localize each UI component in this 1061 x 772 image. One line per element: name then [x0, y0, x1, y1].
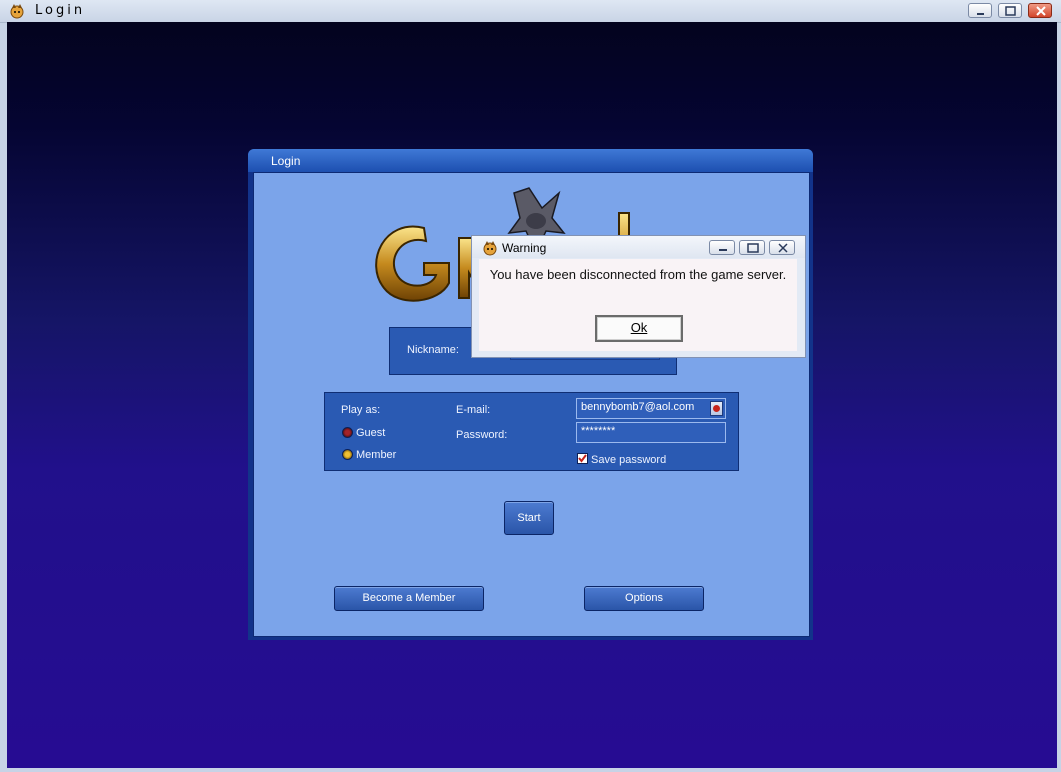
ok-button[interactable]: Ok	[595, 315, 683, 342]
nickname-label: Nickname:	[407, 344, 459, 356]
minimize-icon	[719, 249, 727, 251]
save-password-checkbox[interactable]	[577, 453, 588, 464]
email-combobox[interactable]: bennybomb7@aol.com	[576, 398, 726, 419]
save-password-label[interactable]: Save password	[591, 454, 666, 466]
options-button[interactable]: Options	[584, 586, 704, 611]
close-icon	[778, 243, 788, 253]
warning-title-bar[interactable]: Warning	[472, 236, 805, 258]
ok-button-label: Ok	[630, 320, 648, 335]
minimize-icon	[977, 13, 984, 15]
play-as-label: Play as:	[341, 404, 381, 416]
member-label[interactable]: Member	[356, 449, 396, 461]
warning-message: You have been disconnected from the game…	[489, 267, 787, 282]
checkmark-icon	[578, 454, 587, 463]
start-button[interactable]: Start	[504, 501, 554, 535]
email-dropdown-button[interactable]	[710, 401, 723, 416]
login-title-bar[interactable]: Login	[248, 149, 813, 172]
maximize-icon	[747, 243, 759, 253]
maximize-icon	[1005, 6, 1016, 16]
credentials-panel: Play as: Guest Member E-mail: bennybomb7…	[324, 392, 739, 471]
guest-radio[interactable]	[342, 427, 353, 438]
guest-label[interactable]: Guest	[356, 427, 385, 439]
app-icon	[483, 241, 497, 256]
email-value: bennybomb7@aol.com	[581, 401, 695, 413]
email-label: E-mail:	[456, 404, 491, 416]
member-radio[interactable]	[342, 449, 353, 460]
password-label: Password:	[456, 429, 508, 441]
app-icon	[10, 4, 24, 19]
login-dialog: Login Nickname: Play as: Guest Member E-…	[248, 149, 813, 640]
password-value: ********	[581, 425, 616, 437]
warning-close-button[interactable]	[769, 240, 795, 255]
become-member-button[interactable]: Become a Member	[334, 586, 484, 611]
warning-dialog-title: Warning	[502, 241, 547, 255]
password-input[interactable]: ********	[576, 422, 726, 443]
maximize-button[interactable]	[998, 3, 1022, 18]
login-dialog-title: Login	[271, 154, 301, 168]
warning-maximize-button[interactable]	[739, 240, 765, 255]
warning-minimize-button[interactable]	[709, 240, 735, 255]
outer-window-title: Login	[35, 3, 86, 18]
warning-dialog-body: You have been disconnected from the game…	[479, 259, 797, 351]
warning-dialog: Warning You have been disconnected from …	[471, 235, 806, 358]
minimize-button[interactable]	[968, 3, 992, 18]
close-icon	[1036, 6, 1046, 16]
outer-title-bar[interactable]: Login	[0, 0, 1061, 23]
close-button[interactable]	[1028, 3, 1052, 18]
